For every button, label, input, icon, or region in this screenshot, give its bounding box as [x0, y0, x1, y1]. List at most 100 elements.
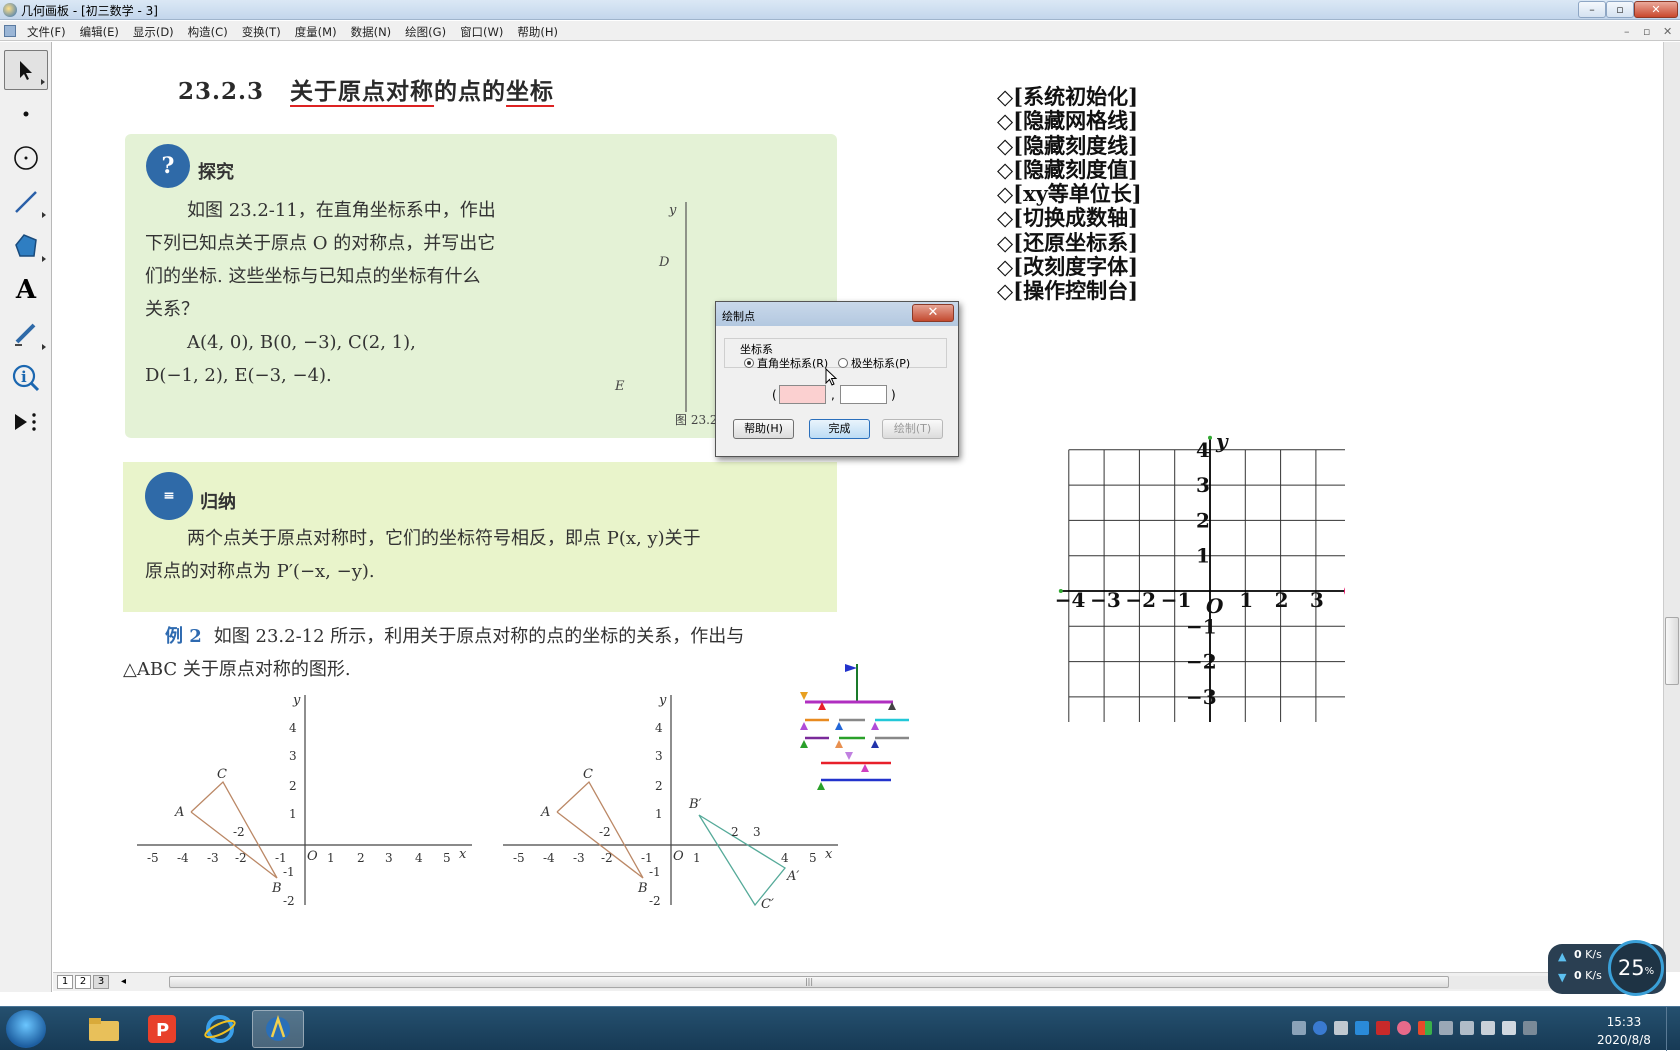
svg-text:A: A	[540, 805, 550, 820]
cmd-control-panel[interactable]: ◇[操作控制台]	[997, 279, 1142, 304]
show-desktop-button[interactable]	[1666, 1007, 1680, 1051]
cmd-change-tick-font[interactable]: ◇[改刻度字体]	[997, 254, 1142, 279]
presentation-icon: P	[148, 1015, 176, 1043]
example-label: 例 2	[165, 626, 202, 647]
vertical-scrollbar[interactable]	[1663, 42, 1680, 972]
minimize-button[interactable]: –	[1578, 1, 1606, 18]
page-tab-2[interactable]: 2	[75, 975, 91, 989]
svg-text:-1: -1	[649, 865, 661, 879]
windows-flag-tray-icon[interactable]	[1418, 1021, 1432, 1035]
straightedge-tool[interactable]	[4, 182, 48, 222]
menu-edit[interactable]: 编辑(E)	[80, 24, 119, 40]
dialog-close-button[interactable]: ✕	[912, 304, 954, 322]
window-title: 几何画板 - [初三数学 - 3]	[21, 4, 158, 18]
x-tick-label: −2	[1125, 588, 1156, 612]
menu-measure[interactable]: 度量(M)	[295, 24, 337, 40]
shield-tray-icon[interactable]	[1355, 1021, 1369, 1035]
menu-file[interactable]: 文件(F)	[27, 24, 66, 40]
cmd-hide-tick-values[interactable]: ◇[隐藏刻度值]	[997, 157, 1142, 182]
help-tray-icon[interactable]	[1313, 1021, 1327, 1035]
svg-text:-4: -4	[543, 851, 555, 865]
svg-text:4: 4	[415, 851, 423, 865]
vertical-scroll-thumb[interactable]	[1665, 617, 1679, 685]
point-icon	[23, 111, 29, 117]
menu-transform[interactable]: 变换(T)	[242, 24, 281, 40]
system-clock[interactable]: 15:33 2020/8/8	[1597, 1013, 1651, 1049]
keyboard-tray-icon[interactable]	[1292, 1021, 1306, 1035]
explore-badge-icon: ?	[146, 144, 190, 188]
taskbar-explorer[interactable]	[78, 1010, 130, 1048]
x-coordinate-input[interactable]	[779, 385, 826, 404]
wifi-tray-icon[interactable]	[1481, 1021, 1495, 1035]
information-icon: i	[12, 364, 40, 392]
maximize-button[interactable]: ▫	[1606, 1, 1634, 18]
horizontal-scroll-thumb[interactable]: |||	[169, 976, 1449, 988]
menu-data[interactable]: 数据(N)	[351, 24, 392, 40]
flash-tray-icon[interactable]	[1376, 1021, 1390, 1035]
svg-text:A: A	[174, 805, 184, 820]
taskbar-sketchpad[interactable]	[252, 1010, 304, 1048]
speaker-tray-icon[interactable]	[1439, 1021, 1453, 1035]
flag-tray-icon[interactable]	[1523, 1021, 1537, 1035]
app-tray-icon[interactable]	[1397, 1021, 1411, 1035]
x-tick-label: −1	[1161, 588, 1192, 612]
cmd-switch-number-line[interactable]: ◇[切换成数轴]	[997, 206, 1142, 231]
cmd-equal-unit[interactable]: ◇[xy等单位长]	[997, 181, 1142, 206]
doc-minimize-button[interactable]: –	[1624, 25, 1630, 38]
text-tool[interactable]: A	[4, 270, 48, 310]
svg-text:B′: B′	[688, 797, 702, 812]
done-button[interactable]: 完成	[809, 419, 870, 439]
menu-construct[interactable]: 构造(C)	[188, 24, 228, 40]
menu-help[interactable]: 帮助(H)	[517, 24, 558, 40]
network-tray-icon[interactable]	[1502, 1021, 1516, 1035]
plot-button[interactable]: 绘制(T)	[882, 419, 943, 439]
close-button[interactable]: ✕	[1634, 1, 1678, 18]
mouse-cursor-icon	[825, 368, 838, 386]
radio-polar[interactable]: 极坐标系(P)	[838, 355, 910, 371]
coordinate-grid[interactable]: −4−3−2−112344321−1−2−3−4Oxy	[985, 372, 1345, 722]
help-button[interactable]: 帮助(H)	[733, 419, 794, 439]
horizontal-scrollbar[interactable]: |||	[169, 976, 1645, 989]
sketch-canvas[interactable]: 23.2.3 关于原点对称的点的坐标 ? 探究 如图 23.2-11，在直角坐标系…	[53, 42, 1663, 972]
radio-rectangular[interactable]: 直角坐标系(R)	[744, 355, 828, 371]
internet-explorer-icon	[204, 1015, 236, 1043]
clock-date: 2020/8/8	[1597, 1033, 1651, 1047]
taskbar-ppt[interactable]: P	[136, 1010, 188, 1048]
title-bar: 几何画板 - [初三数学 - 3] – ▫ ✕	[0, 0, 1680, 20]
command-list: ◇[系统初始化] ◇[隐藏网格线] ◇[隐藏刻度线] ◇[隐藏刻度值] ◇[xy…	[997, 84, 1142, 304]
polygon-tool[interactable]	[4, 226, 48, 266]
volume-tray-icon[interactable]	[1460, 1021, 1474, 1035]
menu-window[interactable]: 窗口(W)	[460, 24, 503, 40]
doc-restore-button[interactable]: ▫	[1643, 25, 1650, 38]
cmd-restore-axes[interactable]: ◇[还原坐标系]	[997, 230, 1142, 255]
taskbar-browser[interactable]	[194, 1010, 246, 1048]
start-button-icon[interactable]	[6, 1010, 46, 1048]
menu-graph[interactable]: 绘图(G)	[405, 24, 446, 40]
svg-text:y: y	[658, 693, 667, 708]
pen-tray-icon[interactable]	[1334, 1021, 1348, 1035]
svg-text:-2: -2	[235, 851, 247, 865]
y-tick-label: 2	[1196, 508, 1210, 532]
document-icon[interactable]	[4, 25, 16, 37]
polygon-icon	[15, 234, 37, 257]
x-tick-label: −3	[1090, 588, 1121, 612]
cmd-hide-grid[interactable]: ◇[隐藏网格线]	[997, 108, 1142, 133]
menu-display[interactable]: 显示(D)	[133, 24, 174, 40]
page-tab-1[interactable]: 1	[57, 975, 73, 989]
page-prev-arrow[interactable]: ◂	[121, 976, 126, 987]
memory-gauge[interactable]: 25%	[1608, 940, 1664, 996]
marker-tool[interactable]	[4, 314, 48, 354]
y-coordinate-input[interactable]	[840, 385, 887, 404]
compass-tool[interactable]	[4, 138, 48, 178]
point-tool[interactable]	[4, 94, 48, 134]
information-tool[interactable]: i	[4, 358, 48, 398]
page-tab-3[interactable]: 3	[93, 975, 109, 989]
svg-text:x: x	[459, 847, 467, 862]
custom-tools[interactable]	[4, 402, 48, 442]
slider-control-panel[interactable]	[799, 660, 919, 796]
doc-close-button[interactable]: ✕	[1663, 25, 1672, 38]
svg-text:3: 3	[289, 749, 297, 763]
cmd-system-init[interactable]: ◇[系统初始化]	[997, 84, 1142, 109]
select-arrow-tool[interactable]	[4, 50, 48, 90]
cmd-hide-ticks[interactable]: ◇[隐藏刻度线]	[997, 133, 1142, 158]
